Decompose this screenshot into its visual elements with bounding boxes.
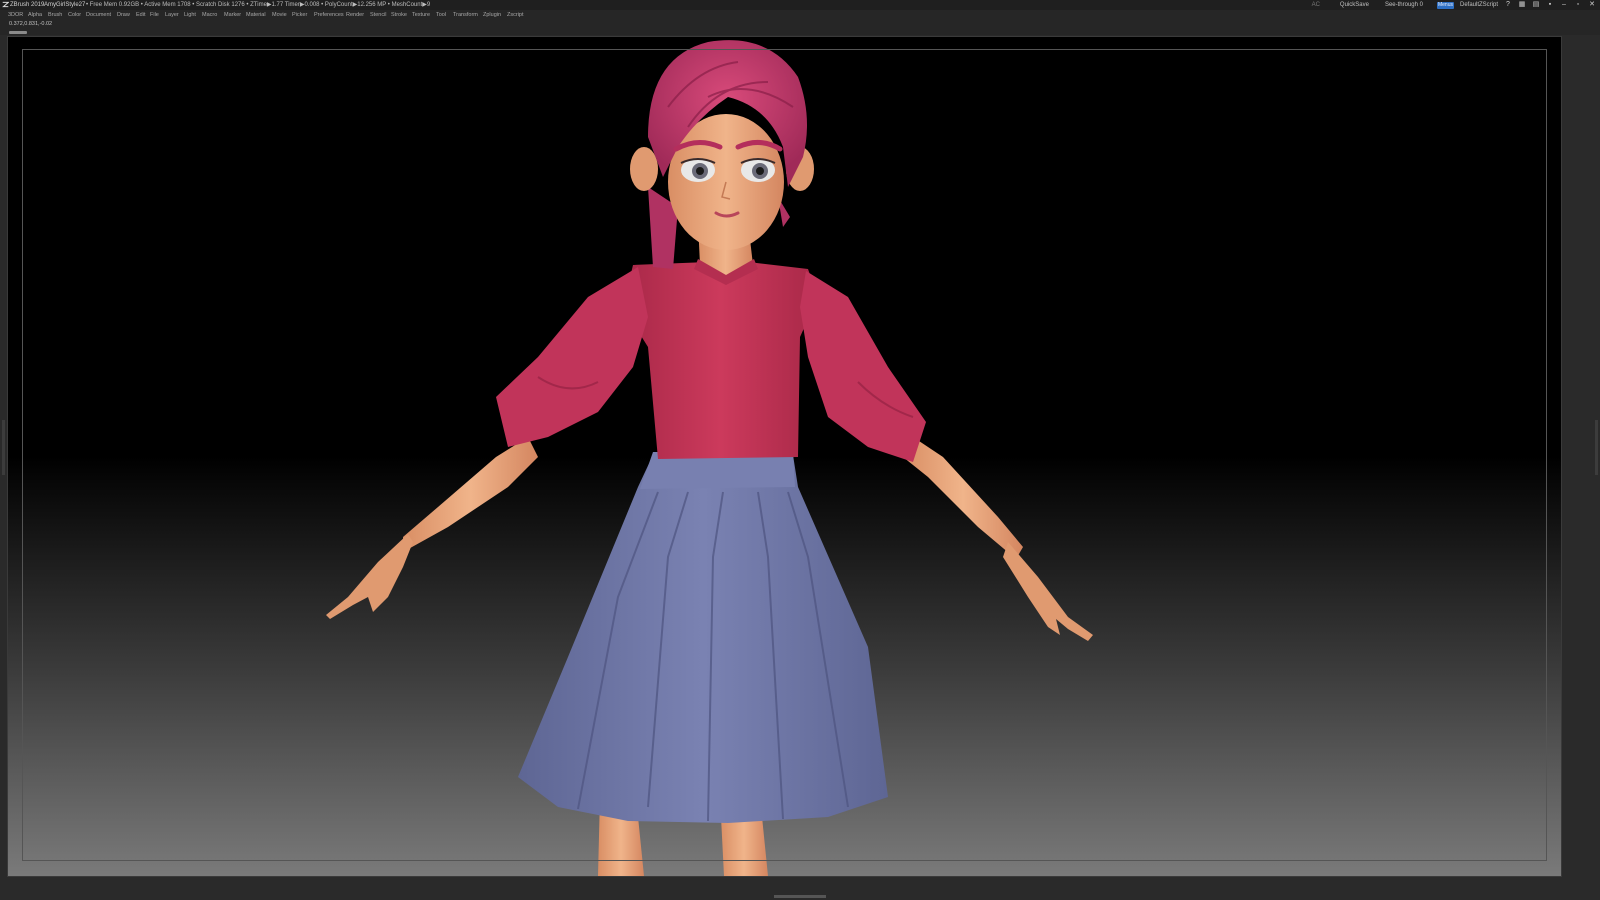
left-ear <box>630 147 658 191</box>
menu-marker[interactable]: Marker <box>224 10 241 20</box>
see-through-slider[interactable]: See-through 0 <box>1385 0 1423 11</box>
menu-bar: 3DOR Alpha Brush Color Document Draw Edit File L… <box>0 10 1600 20</box>
left-tray-handle[interactable] <box>2 420 5 475</box>
see-through-value: 0 <box>1419 1 1423 8</box>
menu-preferences[interactable]: Preferences <box>314 10 344 20</box>
layout-icon[interactable]: ▤ <box>1532 1 1540 9</box>
menu-texture[interactable]: Texture <box>412 10 430 20</box>
left-sleeve <box>496 267 648 447</box>
status-line: 0.372,0.831,-0.02 <box>0 20 1600 35</box>
menu-zplugin[interactable]: Zplugin <box>483 10 501 20</box>
left-hand <box>326 534 413 619</box>
menu-stencil[interactable]: Stencil <box>370 10 387 20</box>
menu-document[interactable]: Document <box>86 10 111 20</box>
skirt <box>518 455 888 823</box>
see-through-label: See-through <box>1384 1 1418 8</box>
menu-picker[interactable]: Picker <box>292 10 307 20</box>
layout-icon[interactable]: ▦ <box>1518 1 1526 9</box>
shirt <box>623 262 818 459</box>
close-icon[interactable]: ✕ <box>1588 1 1596 9</box>
menu-movie[interactable]: Movie <box>272 10 287 20</box>
minimize-icon[interactable]: – <box>1560 1 1568 9</box>
default-zscript-button[interactable]: DefaultZScript <box>1460 0 1498 10</box>
shelf-scroll-tab[interactable] <box>9 31 27 34</box>
menu-3dor[interactable]: 3DOR <box>8 10 23 20</box>
menu-edit[interactable]: Edit <box>136 10 145 20</box>
menu-brush[interactable]: Brush <box>48 10 62 20</box>
menu-alpha[interactable]: Alpha <box>28 10 42 20</box>
menu-macro[interactable]: Macro <box>202 10 217 20</box>
memory-stats: • Free Mem 0.92GB • Active Mem 1708 • Sc… <box>86 2 431 8</box>
right-hand <box>1003 542 1093 641</box>
right-sleeve <box>800 271 926 462</box>
sculpt-model[interactable] <box>8 37 1561 876</box>
menu-draw[interactable]: Draw <box>117 10 130 20</box>
right-arm <box>903 437 1023 559</box>
menu-layer[interactable]: Layer <box>165 10 179 20</box>
left-arm <box>403 437 538 552</box>
document-canvas[interactable] <box>8 37 1561 876</box>
lock-icon[interactable]: ▪ <box>1546 1 1554 9</box>
menu-zscript[interactable]: Zscript <box>507 10 524 20</box>
right-tray-handle[interactable] <box>1595 420 1598 475</box>
bottom-tray-handle[interactable] <box>774 895 826 898</box>
menu-light[interactable]: Light <box>184 10 196 20</box>
help-icon[interactable]: ? <box>1504 1 1512 9</box>
document-name: AmyGirlStyle27 <box>44 2 86 8</box>
menu-stroke[interactable]: Stroke <box>391 10 407 20</box>
menu-tool[interactable]: Tool <box>436 10 446 20</box>
app-title: ZBrush 2019 <box>10 2 45 8</box>
menu-color[interactable]: Color <box>68 10 81 20</box>
menu-material[interactable]: Material <box>246 10 266 20</box>
title-bar: ZBrush 2019 AmyGirlStyle27 • Free Mem 0.… <box>0 0 1600 10</box>
zbrush-logo-icon[interactable] <box>2 1 9 8</box>
titlebar-controls: AC QuickSave See-through 0 Menus Default… <box>1312 0 1596 10</box>
menu-file[interactable]: File <box>150 10 159 20</box>
menus-toggle-button[interactable]: Menus <box>1436 1 1454 9</box>
menu-render[interactable]: Render <box>346 10 364 20</box>
menu-transform[interactable]: Transform <box>453 10 478 20</box>
ac-toggle[interactable]: AC <box>1312 0 1320 10</box>
cursor-coordinates: 0.372,0.831,-0.02 <box>9 21 53 27</box>
restore-icon[interactable]: ▫ <box>1574 1 1582 9</box>
quicksave-button[interactable]: QuickSave <box>1340 0 1369 10</box>
